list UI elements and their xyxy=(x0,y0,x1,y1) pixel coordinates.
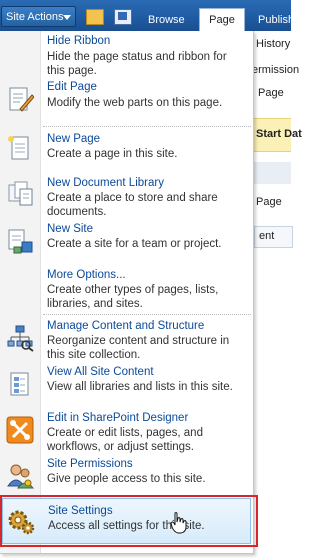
menu-item-title: Site Permissions xyxy=(47,458,133,470)
tab-page[interactable]: Page xyxy=(199,8,245,31)
menu-item-title: New Page xyxy=(47,133,101,145)
permissions-icon xyxy=(7,464,34,489)
site-actions-button[interactable]: Site Actions xyxy=(1,6,76,27)
tab-browse[interactable]: Browse xyxy=(148,9,185,31)
menu-item-title: Hide Ribbon xyxy=(47,35,111,47)
menu-item-manage-content-and-structure[interactable]: Manage Content and Structure Reorganize … xyxy=(0,320,253,364)
menu-item-view-all-site-content[interactable]: View All Site Content View all libraries… xyxy=(0,366,253,410)
menu-item-description: Create a site for a team or project. xyxy=(47,238,222,250)
menu-item-hide-ribbon[interactable]: Hide Ribbon Hide the page status and rib… xyxy=(0,33,253,77)
background-page-text: Page xyxy=(258,87,284,99)
site-content-icon xyxy=(10,372,29,396)
menu-item-description: Give people access to this site. xyxy=(47,473,206,485)
background-history-text: History xyxy=(256,38,291,50)
menu-item-title: More Options... xyxy=(47,269,126,281)
menu-item-more-options[interactable]: More Options... Create other types of pa… xyxy=(0,269,253,313)
menu-item-new-document-library[interactable]: New Document Library Create a place to s… xyxy=(0,177,253,221)
document-library-icon xyxy=(8,181,33,206)
menu-item-description: Create a page in this site. xyxy=(47,148,178,160)
menu-item-new-page[interactable]: New Page Create a page in this site. xyxy=(0,131,253,165)
menu-item-title: New Document Library xyxy=(47,177,164,189)
new-page-icon xyxy=(8,136,29,160)
menu-item-description: Reorganize content and structure in this… xyxy=(47,335,230,361)
menu-item-description: Create or edit lists, pages, and workflo… xyxy=(47,427,203,453)
menu-item-description: Create a place to store and share docume… xyxy=(47,192,218,218)
edit-page-icon xyxy=(9,87,34,112)
menu-item-edit-page[interactable]: Edit Page Modify the web parts on this p… xyxy=(0,79,253,123)
menu-item-description: Modify the web parts on this page. xyxy=(47,97,223,109)
menu-item-title: Edit Page xyxy=(47,81,97,93)
chevron-down-icon xyxy=(63,15,71,20)
menu-separator xyxy=(43,126,251,127)
background-tab: ent xyxy=(254,226,293,248)
menu-item-title: Edit in SharePoint Designer xyxy=(47,412,189,424)
menu-item-title: Manage Content and Structure xyxy=(47,320,205,332)
site-structure-icon xyxy=(7,325,34,352)
menu-item-title: New Site xyxy=(47,223,94,235)
background-start-date-text: Start Dat xyxy=(256,128,302,140)
menu-item-description: View all libraries and lists in this sit… xyxy=(47,381,233,393)
site-actions-label: Site Actions xyxy=(6,11,64,23)
navigate-up-icon[interactable] xyxy=(86,9,104,25)
background-page-text-2: Page xyxy=(256,196,282,208)
background-band xyxy=(254,162,291,184)
edit-icon[interactable] xyxy=(114,9,132,25)
new-site-icon xyxy=(8,229,33,254)
background-permission-text: ermission xyxy=(252,64,300,76)
menu-item-description: Create other types of pages, lists, libr… xyxy=(47,284,219,310)
tab-publish[interactable]: Publish xyxy=(258,9,294,31)
background-date-header: Start Dat xyxy=(254,118,302,152)
sharepoint-designer-icon xyxy=(6,416,34,444)
ribbon-bar: Site Actions Browse Page Publish xyxy=(0,0,294,31)
site-actions-menu: Hide Ribbon Hide the page status and rib… xyxy=(0,31,254,554)
menu-item-description: Hide the page status and ribbon for this… xyxy=(47,51,227,77)
annotation-highlight-box xyxy=(0,495,258,547)
hand-cursor-icon xyxy=(170,512,187,534)
menu-item-new-site[interactable]: New Site Create a site for a team or pro… xyxy=(0,223,253,267)
menu-item-site-permissions[interactable]: Site Permissions Give people access to t… xyxy=(0,458,253,494)
menu-item-title: View All Site Content xyxy=(47,366,154,378)
background-tab-text: ent xyxy=(259,230,275,242)
menu-separator xyxy=(43,314,251,315)
